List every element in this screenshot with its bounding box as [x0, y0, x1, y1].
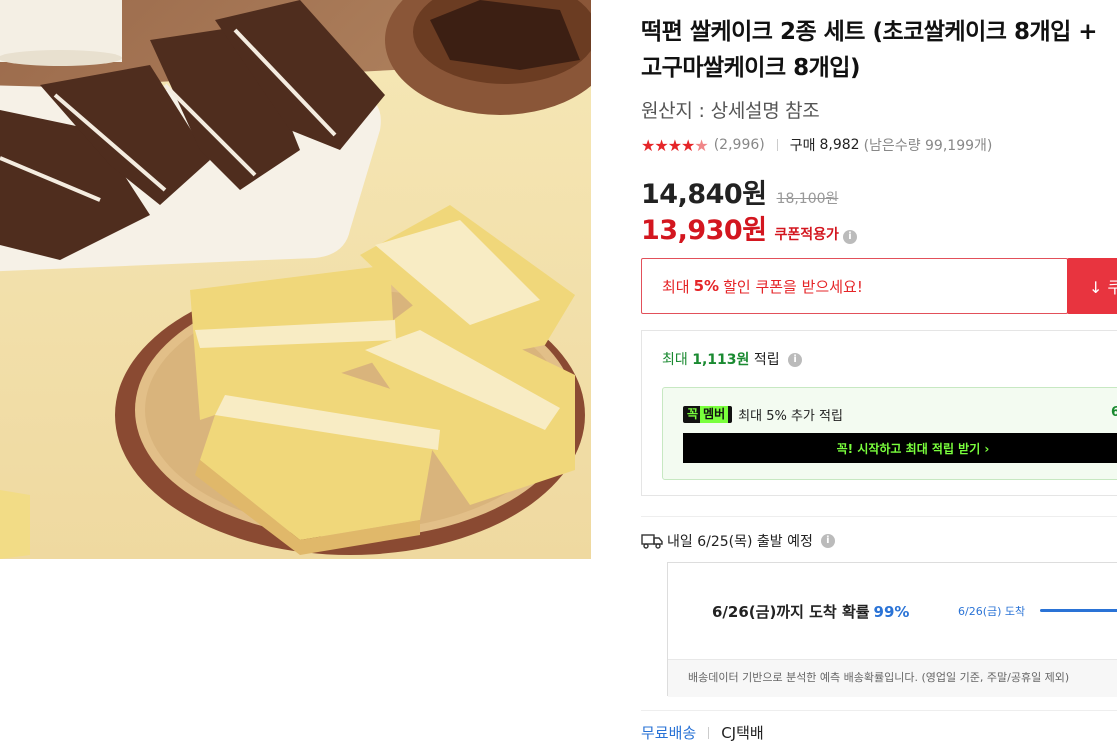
origin-label: 원산지	[641, 100, 693, 122]
coupon-banner[interactable]: 최대 5% 할인 쿠폰을 받으세요!	[641, 258, 1068, 314]
truck-icon	[641, 534, 663, 549]
coupon-price-row: 13,930원 쿠폰적용가 i	[641, 208, 857, 247]
member-badge-right: 멤버	[700, 406, 729, 423]
sale-price: 14,840원	[641, 179, 767, 210]
free-shipping-label: 무료배송	[641, 724, 697, 742]
star-half-icon: ★	[694, 135, 708, 155]
coupon-suffix: 할인 쿠폰을 받으세요!	[723, 277, 863, 296]
origin-separator: :	[698, 100, 705, 122]
member-badge: 꼭 멤버	[683, 406, 733, 423]
origin-row: 원산지: 상세설명 참조	[641, 96, 820, 123]
arrival-probability: 6/26(금)까지 도착 확률 99%	[712, 601, 909, 622]
arrival-mini-label: 6/26(금) 도착	[958, 605, 1026, 618]
product-image[interactable]	[0, 0, 591, 559]
coupon-price: 13,930원	[641, 215, 767, 246]
arrival-percent: 99%	[873, 603, 910, 621]
member-benefit-text: 최대 5% 추가 적립	[738, 409, 843, 424]
carrier-name: CJ택배	[721, 724, 764, 742]
delivery-estimate-box: 6/26(금)까지 도착 확률 99% 6/26(금) 도착 배송데이터 기반으로…	[667, 562, 1117, 697]
reward-panel: 최대 1,113원 적립 i 꼭 멤버 최대 5% 추가 적립 6 꼭! 시작하고…	[641, 330, 1117, 496]
reward-header: 최대 1,113원 적립 i	[662, 349, 803, 369]
shipping-row: 내일 6/25(목) 출발 예정 i	[641, 531, 835, 551]
divider	[708, 726, 710, 739]
info-icon[interactable]: i	[788, 353, 803, 367]
membership-box: 꼭 멤버 최대 5% 추가 적립 6 꼭! 시작하고 최대 적립 받기 ›	[662, 387, 1117, 480]
coupon-button-label: ↓ 쿠	[1089, 278, 1117, 297]
delivery-method-row: 무료배송 CJ택배	[641, 722, 764, 743]
arrival-probability-bar	[1040, 609, 1117, 612]
origin-value: 상세설명 참조	[710, 100, 820, 122]
delivery-estimate-summary: 6/26(금)까지 도착 확률 99% 6/26(금) 도착	[668, 563, 1117, 659]
membership-row: 꼭 멤버 최대 5% 추가 적립	[683, 405, 843, 424]
original-price: 18,100원	[776, 191, 839, 207]
member-benefit-amount: 6	[1111, 405, 1117, 420]
coupon-download-button[interactable]: ↓ 쿠	[1067, 258, 1117, 314]
product-title: 떡편 쌀케이크 2종 세트 (초코쌀케이크 8개입 + 고구마쌀케이크 8개입)	[641, 19, 1098, 81]
departure-text: 내일 6/25(목) 출발 예정	[667, 534, 813, 550]
star-rating[interactable]: ★★★★★	[641, 135, 709, 155]
purchase-label: 구매	[789, 138, 816, 154]
arrival-text: 6/26(금)까지 도착 확률	[712, 603, 870, 621]
divider	[776, 139, 778, 151]
reward-prefix: 최대	[662, 352, 688, 368]
purchase-count: 8,982	[819, 137, 860, 153]
delivery-estimate-note: 배송데이터 기반으로 분석한 예측 배송확률입니다. (영업일 기준, 주말/공…	[668, 659, 1117, 697]
review-count-link[interactable]: (2,996)	[714, 137, 765, 153]
star-icon: ★★★★	[641, 135, 695, 155]
rice-cake-photo	[0, 0, 591, 559]
coupon-percent: 5%	[693, 277, 720, 295]
price-row: 14,840원 18,100원	[641, 172, 838, 211]
coupon-price-tag: 쿠폰적용가	[774, 227, 839, 243]
member-badge-left: 꼭	[687, 407, 699, 421]
product-info-panel: 떡편 쌀케이크 2종 세트 (초코쌀케이크 8개입 + 고구마쌀케이크 8개입)…	[641, 0, 1117, 752]
divider	[641, 710, 1117, 711]
membership-start-button[interactable]: 꼭! 시작하고 최대 적립 받기 ›	[683, 433, 1117, 463]
info-icon[interactable]: i	[820, 534, 835, 548]
rating-row: ★★★★★ (2,996) 구매 8,982 (남은수량 99,199개)	[641, 135, 992, 155]
divider	[641, 516, 1117, 517]
coupon-prefix: 최대	[662, 277, 690, 296]
info-icon[interactable]: i	[842, 230, 857, 244]
remaining-stock: (남은수량 99,199개)	[863, 138, 993, 154]
reward-amount: 1,113원	[692, 352, 750, 368]
reward-suffix: 적립	[753, 352, 780, 368]
